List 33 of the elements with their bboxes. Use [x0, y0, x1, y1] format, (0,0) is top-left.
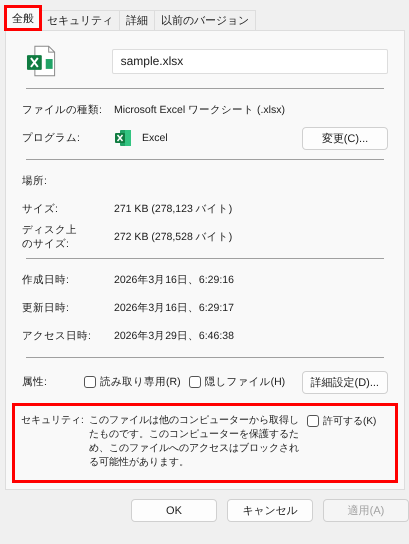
checkbox-label: 読み取り専用(R) — [100, 375, 181, 390]
change-button[interactable]: 変更(C)... — [302, 126, 388, 150]
checkbox-label: 隠しファイル(H) — [204, 375, 286, 390]
field-value: 2026年3月16日、6:29:17 — [114, 301, 235, 316]
tab[interactable]: 全般 — [5, 6, 41, 30]
dialog-button[interactable]: OK — [131, 499, 217, 522]
field-value: 2026年3月16日、6:29:16 — [114, 273, 235, 288]
tab[interactable]: 以前のバージョン — [154, 10, 256, 30]
checkbox[interactable] — [188, 376, 201, 388]
checkbox[interactable] — [84, 376, 96, 388]
field-value: 272 KB (278,528 バイト) — [114, 230, 234, 244]
program-name: Excel — [142, 132, 168, 144]
field-value: 271 KB (278,123 バイト) — [114, 202, 234, 216]
field-label: 作成日時: — [22, 273, 69, 288]
field-label: ディスク上のサイズ: — [22, 223, 78, 252]
field-label: 更新日時: — [22, 301, 69, 316]
spreadsheet-app-icon — [114, 129, 132, 147]
checkbox[interactable] — [307, 415, 319, 428]
field-label: プログラム: — [22, 130, 80, 146]
field-label: 属性: — [22, 375, 48, 390]
security-message: このファイルは他のコンピューターから取得したものです。このコンピューターを保護するため、このファイルへのアクセスはブロックされる可能性があります。 — [89, 414, 299, 470]
checkbox-label: 許可する(K) — [323, 414, 376, 428]
field-label: サイズ: — [22, 202, 58, 216]
advanced-button[interactable]: 詳細設定(D)... — [302, 370, 388, 394]
file-name-field[interactable]: sample.xlsx — [112, 48, 388, 74]
field-value: 2026年3月29日、6:46:38 — [114, 329, 235, 344]
field-label: アクセス日時: — [22, 329, 91, 344]
field-label: ファイルの種類: — [22, 102, 102, 118]
spreadsheet-file-icon — [26, 45, 56, 77]
field-label: セキュリティ: — [21, 414, 85, 428]
field-value: Microsoft Excel ワークシート (.xlsx) — [114, 103, 286, 117]
dialog-button[interactable]: キャンセル — [227, 499, 313, 522]
field-label: 場所: — [22, 174, 47, 188]
